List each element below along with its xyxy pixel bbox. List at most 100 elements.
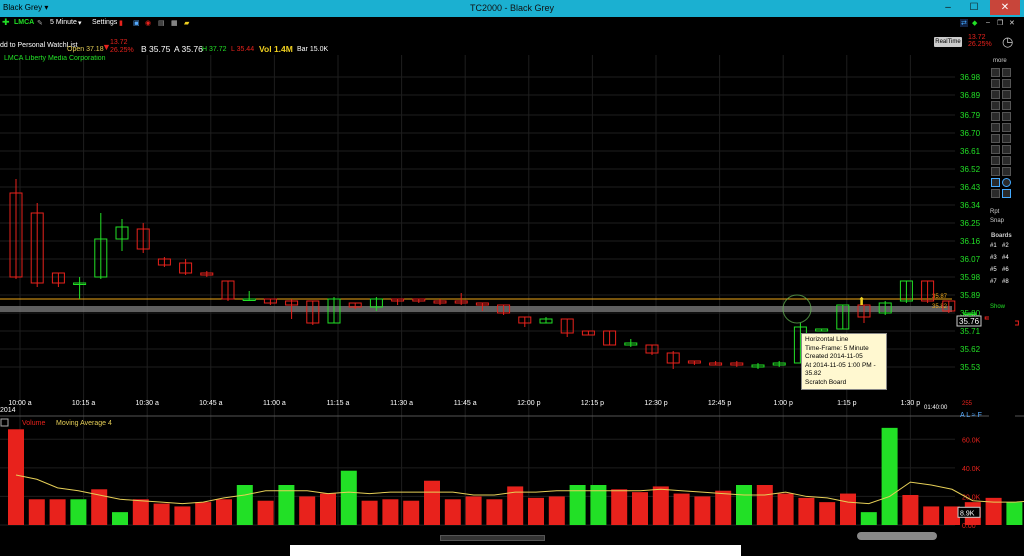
time-scroll-bar[interactable] [440,535,545,541]
restore-icon[interactable]: ❐ [997,19,1003,27]
zigzag-tool-icon[interactable] [1002,156,1011,165]
print-icon[interactable]: ▤ [158,19,165,27]
pencil-tool-icon[interactable] [991,90,1000,99]
zoom-slider[interactable] [857,532,937,540]
chevron-down-icon[interactable]: ▾ [78,19,82,27]
x-tick-label: 11:00 a [263,400,286,407]
bracket-tool-icon[interactable] [1002,134,1011,143]
quote-bar: dd to Personal WatchList Open 37.18 ▼ 13… [0,30,1024,55]
hline-gray-price-label: 35.82 [932,304,948,310]
show-checkbox[interactable]: Show [990,304,1005,310]
close-icon[interactable]: ✕ [1009,19,1015,27]
add-watchlist-link[interactable]: dd to Personal WatchList [0,42,78,49]
clock-icon[interactable]: ◷ [1002,34,1013,50]
rpt-checkbox[interactable]: Rpt [990,209,999,215]
y-tick-label: 35.53 [960,363,981,372]
note-tool-icon[interactable] [991,189,1000,198]
note-icon[interactable]: ▰ [184,19,189,27]
save-icon[interactable]: ▣ [133,19,140,27]
maximize-button[interactable]: ☐ [962,0,986,15]
realtime-button[interactable]: RealTime [934,37,962,47]
change-value: 13.72 [110,39,128,46]
volume-bar [756,485,773,525]
volume-bar [424,480,440,525]
more-label[interactable]: more [993,58,1007,64]
price-volume-chart[interactable]: 10:00 a 10:15 a 10:30 a 10:45 a 11:00 a 11:15… [0,55,1024,543]
vline-tool-icon[interactable] [1002,167,1011,176]
timeframe-select[interactable]: 5 Minute [50,19,77,26]
text-tool-icon[interactable] [1002,101,1011,110]
edit-icon[interactable]: ✎ [37,19,43,27]
crosshair-tool-icon[interactable] [1002,68,1011,77]
board-8[interactable]: #8 [1002,279,1009,285]
board-6[interactable]: #6 [1002,267,1009,273]
drawing-toolbar: more Rpt Snap Boards #1 #2 #3 #4 #5 #6 #… [989,58,1015,418]
y-tick-label: 36.25 [960,219,981,228]
volume-bar [902,495,919,525]
volume-bar [611,489,628,525]
x-tick-label: 12:45 p [708,400,731,407]
pitchfork-tool-icon[interactable] [1002,112,1011,121]
channel-tool-icon[interactable] [991,101,1000,110]
wave-tool-icon[interactable] [991,156,1000,165]
arrow-tool-icon[interactable] [1002,145,1011,154]
alert-icon[interactable]: ◉ [145,19,151,27]
y-tick-label: 36.79 [960,111,981,120]
ellipse-tool-icon[interactable] [1002,178,1011,187]
snap-checkbox[interactable]: Snap [990,218,1004,224]
arc-tool-icon[interactable] [991,112,1000,121]
symbol-field[interactable]: LMCA [14,19,34,26]
volume-label: Volume [22,420,45,427]
boards-title: Boards [991,233,1012,239]
volume-bar [382,499,399,525]
volume-bar [860,512,877,525]
volume-value: Vol 1.4M [259,44,293,54]
board-1[interactable]: #1 [990,243,997,249]
volume-bar [299,496,316,525]
up-arrow-tool-icon[interactable] [1002,189,1011,198]
volume-bar [153,503,170,525]
scale-options: A L ≈ F [960,412,982,419]
volume-bar [694,496,711,525]
cycle-tool-icon[interactable] [991,134,1000,143]
eraser-tool-icon[interactable] [1002,90,1011,99]
volume-bar [486,499,503,525]
current-volume-label: 8.9K [960,510,975,517]
volume-bar [340,470,357,525]
board-5[interactable]: #5 [990,267,997,273]
layout-icon[interactable]: ▦ [171,19,178,27]
board-2[interactable]: #2 [1002,243,1009,249]
minimize-button[interactable]: – [936,0,960,15]
volume-tick-label: 60.0K [962,437,981,444]
trendline-tool-icon[interactable] [991,79,1000,88]
gann-tool-icon[interactable] [1002,123,1011,132]
volume-bar [777,493,794,525]
link-icon[interactable]: ◆ [972,19,977,27]
volume-bar [403,500,420,525]
x-tick-label: 1:30 p [901,400,921,407]
regression-tool-icon[interactable] [991,145,1000,154]
company-label: LMCA Liberty Media Corporation [4,55,106,62]
hline-tool-icon[interactable] [991,167,1000,176]
volume-bar [840,493,856,525]
close-button[interactable]: ✕ [990,0,1020,15]
minimize-icon[interactable]: – [986,19,990,26]
settings-menu[interactable]: Settings [92,19,117,26]
cursor-tool-icon[interactable] [991,68,1000,77]
ask-price: A 35.76 [174,44,203,54]
add-icon[interactable]: ✚ [2,17,10,28]
ray-tool-icon[interactable] [1002,79,1011,88]
sync-icon[interactable]: ⇄ [960,19,968,27]
rectangle-tool-icon[interactable] [991,178,1000,187]
y-tick-label: 36.70 [960,129,981,138]
volume-bar [49,499,66,525]
volume-bar [819,502,836,525]
high-price: H 37.72 [202,46,227,53]
chart-icon[interactable]: ▮ [119,19,123,27]
board-7[interactable]: #7 [990,279,997,285]
volume-bar [174,506,191,525]
board-4[interactable]: #4 [1002,255,1009,261]
board-3[interactable]: #3 [990,255,997,261]
x-tick-label: 10:30 a [136,400,159,407]
fib-tool-icon[interactable] [991,123,1000,132]
